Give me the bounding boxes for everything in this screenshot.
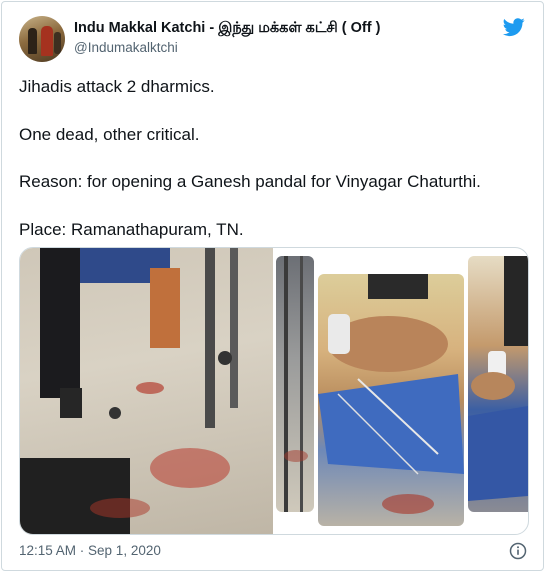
media-grid [19,247,529,535]
photo-4[interactable] [468,256,528,512]
photo-1[interactable] [20,248,273,534]
tweet-line: Place: Ramanathapuram, TN. [19,219,244,239]
twitter-bird-icon[interactable] [502,16,526,38]
tweet-timestamp[interactable]: 12:15 AM · Sep 1, 2020 [19,543,161,558]
tweet-card: Indu Makkal Katchi - இந்து மக்கள் கட்சி … [1,1,544,571]
info-icon[interactable] [509,542,527,560]
tweet-line: Jihadis attack 2 dharmics. [19,77,215,96]
author-handle[interactable]: @Indumakalktchi [74,40,178,55]
tweet-line: One dead, other critical. [19,124,200,144]
author-display-name[interactable]: Indu Makkal Katchi - இந்து மக்கள் கட்சி … [74,20,380,38]
photo-3-scene [318,274,464,514]
photo-2[interactable] [276,256,314,512]
tweet-line: Reason: for opening a Ganesh pandal for … [19,172,481,191]
photo-3[interactable] [318,274,464,526]
avatar-figure [54,32,61,54]
avatar-figure [41,26,53,56]
photo-4-scene [468,256,528,501]
avatar-figure [28,28,37,54]
photo-2-scene [284,256,308,512]
tweet-body: Jihadis attack 2 dharmics. One dead, oth… [19,76,529,266]
avatar[interactable] [19,16,65,62]
photo-1-scene [20,248,238,534]
